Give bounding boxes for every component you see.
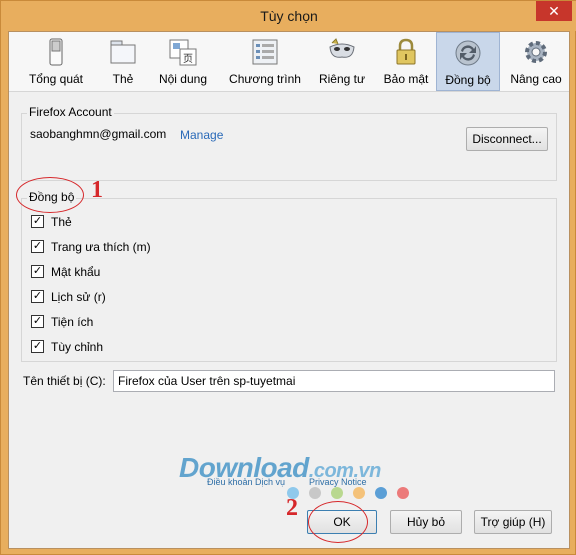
dialog-content: Tổng quát Thẻ 页 Nội dung Chương trình Ri… bbox=[8, 31, 570, 549]
account-email: saobanghmn@gmail.com bbox=[30, 127, 167, 141]
tab-label: Thẻ bbox=[112, 72, 134, 86]
checkbox-label: Mật khẩu bbox=[51, 265, 101, 279]
tab-security[interactable]: Bảo mật bbox=[377, 32, 435, 91]
tab-label: Đồng bộ bbox=[445, 73, 491, 87]
annotation-circle-ok bbox=[308, 501, 368, 543]
checkbox[interactable]: ✓ bbox=[31, 215, 44, 228]
device-name-label: Tên thiết bị (C): bbox=[23, 374, 106, 388]
tab-applications[interactable]: Chương trình bbox=[225, 32, 305, 91]
checkbox-label: Tiện ích bbox=[51, 315, 94, 329]
title-bar: Tùy chọn ✕ bbox=[1, 1, 576, 31]
window-title: Tùy chọn bbox=[260, 8, 318, 24]
tab-label: Bảo mật bbox=[383, 72, 429, 86]
checkbox-label: Tùy chỉnh bbox=[51, 340, 104, 354]
watermark-dot bbox=[309, 487, 321, 499]
help-button[interactable]: Trợ giúp (H) bbox=[474, 510, 552, 534]
padlock-icon bbox=[396, 38, 416, 65]
checkbox-label: Thẻ bbox=[51, 215, 72, 229]
checkbox-label: Lịch sử (r) bbox=[51, 290, 106, 304]
annotation-number-two: 2 bbox=[286, 495, 298, 521]
annotation-circle-sync-group bbox=[16, 177, 84, 213]
cancel-button[interactable]: Hủy bỏ bbox=[390, 510, 462, 534]
tab-content[interactable]: 页 Nội dung bbox=[153, 32, 213, 91]
device-name-input[interactable]: Firefox của User trên sp-tuyetmai bbox=[113, 370, 555, 392]
firefox-account-label: Firefox Account bbox=[27, 105, 114, 119]
annotation-number-one: 1 bbox=[91, 177, 103, 203]
watermark-dot bbox=[397, 487, 409, 499]
tab-label: Riêng tư bbox=[318, 72, 366, 86]
gear-icon bbox=[525, 41, 547, 63]
tab-label: Tổng quát bbox=[28, 72, 84, 86]
tab-advanced[interactable]: Nâng cao bbox=[505, 32, 567, 91]
tab-general[interactable]: Tổng quát bbox=[22, 32, 90, 91]
tab-sync[interactable]: Đồng bộ bbox=[436, 32, 500, 91]
close-button[interactable]: ✕ bbox=[536, 1, 572, 21]
watermark-terms: Điều khoản Dịch vụ bbox=[207, 477, 286, 487]
checkbox[interactable]: ✓ bbox=[31, 240, 44, 253]
tab-tabs[interactable]: Thẻ bbox=[103, 32, 143, 91]
checkbox[interactable]: ✓ bbox=[31, 340, 44, 353]
tab-privacy[interactable]: Riêng tư bbox=[313, 32, 371, 91]
options-toolbar: Tổng quát Thẻ 页 Nội dung Chương trình Ri… bbox=[9, 32, 569, 92]
sync-icon bbox=[455, 40, 481, 66]
checkbox[interactable]: ✓ bbox=[31, 290, 44, 303]
options-dialog: Tùy chọn ✕ Tổng quát Thẻ 页 Nội dung Chươ… bbox=[0, 0, 576, 555]
checkbox[interactable]: ✓ bbox=[31, 315, 44, 328]
watermark-dot bbox=[353, 487, 365, 499]
checkbox[interactable]: ✓ bbox=[31, 265, 44, 278]
checkbox-label: Trang ưa thích (m) bbox=[51, 240, 151, 254]
content-icon: 页 bbox=[169, 39, 197, 66]
switch-icon bbox=[49, 38, 63, 66]
manage-link[interactable]: Manage bbox=[180, 128, 223, 142]
watermark-privacy: Privacy Notice bbox=[309, 477, 367, 487]
svg-text:页: 页 bbox=[183, 53, 193, 65]
tab-label: Chương trình bbox=[229, 72, 301, 86]
mask-icon bbox=[329, 38, 355, 58]
sync-group bbox=[21, 198, 557, 362]
tabs-icon bbox=[110, 40, 136, 64]
disconnect-button[interactable]: Disconnect... bbox=[466, 127, 548, 151]
applications-icon bbox=[252, 39, 278, 65]
watermark-dot bbox=[375, 487, 387, 499]
tab-label: Nâng cao bbox=[510, 72, 562, 86]
tab-label: Nội dung bbox=[158, 72, 208, 86]
watermark-dot bbox=[331, 487, 343, 499]
